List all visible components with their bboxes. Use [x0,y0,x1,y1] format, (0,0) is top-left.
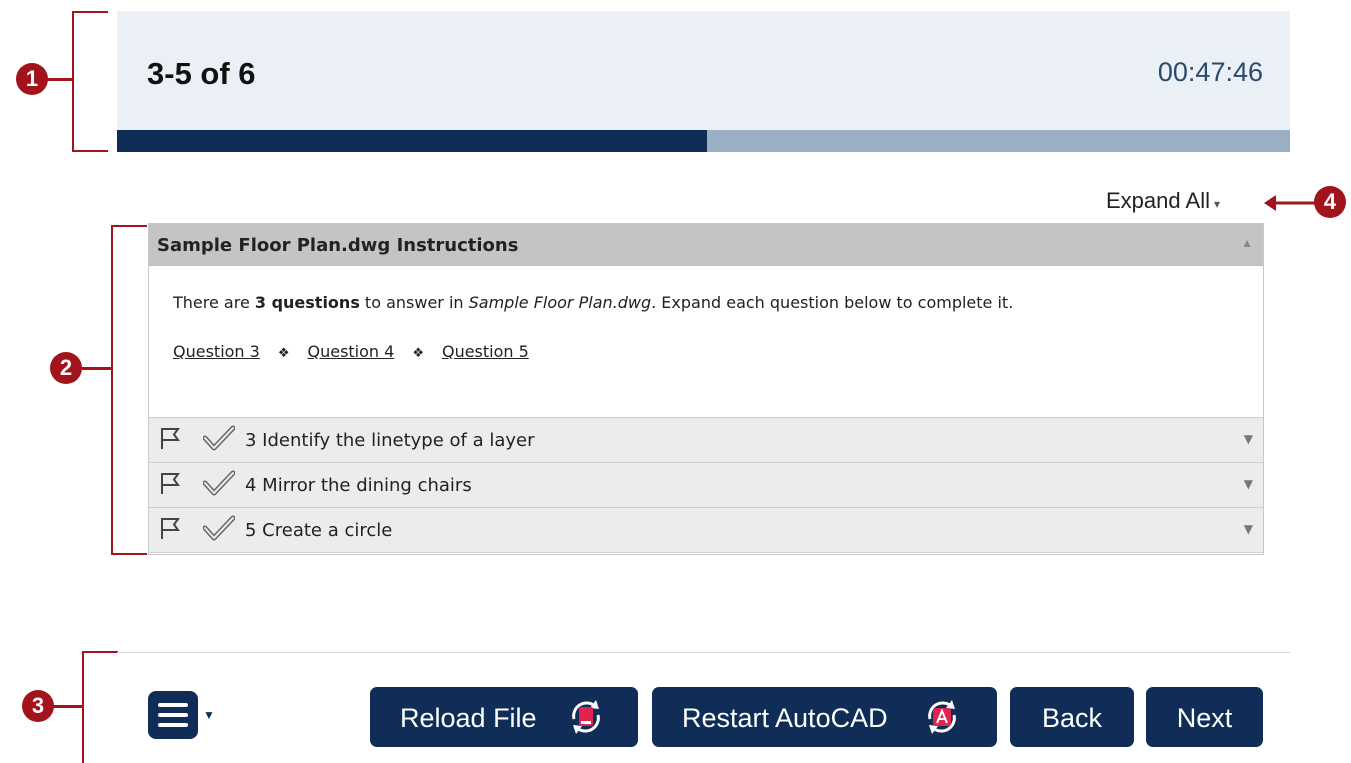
instructions-body: There are 3 questions to answer in Sampl… [149,266,1263,418]
question-label: 4 Mirror the dining chairs [245,475,472,496]
callout-marker-4: 4 [1314,186,1346,218]
question-4-link[interactable]: Question 4 [307,342,394,361]
callout-marker-2: 2 [50,352,82,384]
chevron-down-icon[interactable]: ▼ [1244,522,1253,536]
callout-leader-3 [52,705,82,708]
timer: 00:47:46 [1157,57,1263,87]
callout-marker-1: 1 [16,63,48,95]
flag-icon[interactable] [159,426,181,450]
question-3-link[interactable]: Question 3 [173,342,260,361]
chevron-down-icon[interactable]: ▼ [1244,477,1253,491]
double-chevron-down-icon: ▾ [1213,197,1220,211]
question-label: 3 Identify the linetype of a layer [245,430,535,451]
question-row-3[interactable]: 3 Identify the linetype of a layer ▼ [149,418,1263,463]
callout-bracket-2 [111,225,147,555]
instructions-title: Sample Floor Plan.dwg Instructions [157,235,519,256]
reload-file-button[interactable]: Reload File [370,687,638,747]
callout-bracket-1 [72,11,108,152]
callout-bracket-3 [82,651,118,763]
next-button[interactable]: Next [1146,687,1263,747]
next-label: Next [1176,703,1233,733]
chevron-up-icon[interactable]: ▲ [1241,236,1253,250]
hamburger-icon [158,703,188,707]
hamburger-icon-bar [158,723,188,727]
flag-icon[interactable] [159,516,181,540]
instructions-text: There are 3 questions to answer in Sampl… [173,293,1014,312]
question-row-5[interactable]: 5 Create a circle ▼ [149,508,1263,553]
callout-marker-3: 3 [22,690,54,722]
checkmark-icon[interactable] [203,515,235,541]
back-label: Back [1041,703,1103,733]
checkmark-icon[interactable] [203,425,235,451]
expand-all-link[interactable]: Expand All ▾ [1106,188,1220,214]
footer-divider [117,652,1290,653]
hamburger-icon-bar [158,713,188,717]
restart-autocad-icon [928,700,956,734]
exam-header: 3-5 of 6 00:47:46 [117,11,1290,130]
flag-icon[interactable] [159,471,181,495]
back-button[interactable]: Back [1010,687,1134,747]
question-row-4[interactable]: 4 Mirror the dining chairs ▼ [149,463,1263,508]
question-range-label: 3-5 of 6 [147,56,256,91]
caret-down-icon[interactable]: ▼ [203,708,215,722]
question-label: 5 Create a circle [245,520,393,541]
checkmark-icon[interactable] [203,470,235,496]
chevron-down-icon[interactable]: ▼ [1244,432,1253,446]
reload-file-label: Reload File [400,703,537,733]
reload-file-icon [572,700,600,734]
instructions-panel: Sample Floor Plan.dwg Instructions ▲ The… [148,223,1264,555]
separator-icon: ❖ [412,346,424,361]
restart-autocad-label: Restart AutoCAD [682,703,888,733]
separator-icon: ❖ [277,346,290,361]
callout-leader-2 [82,367,111,370]
progress-bar-fill [117,130,708,152]
expand-all-label: Expand All [1106,188,1210,213]
instructions-header[interactable]: Sample Floor Plan.dwg Instructions ▲ [149,224,1263,266]
question-5-link[interactable]: Question 5 [442,342,529,361]
callout-arrow-4 [1264,195,1320,211]
restart-autocad-button[interactable]: Restart AutoCAD [652,687,997,747]
callout-leader-1 [44,78,72,81]
progress-bar [117,130,1290,152]
question-links: Question 3 ❖ Question 4 ❖ Question 5 [173,340,1239,366]
menu-button[interactable] [148,691,198,739]
